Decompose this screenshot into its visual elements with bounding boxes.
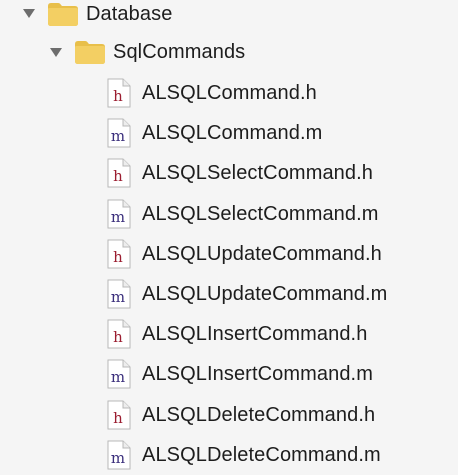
svg-text:h: h <box>113 87 123 105</box>
tree-row-file[interactable]: m ALSQLUpdateCommand.m <box>0 274 458 314</box>
tree-row-sqlcommands[interactable]: SqlCommands <box>0 32 458 72</box>
file-name: ALSQLUpdateCommand.h <box>142 243 382 265</box>
implementation-file-icon: m <box>107 359 131 389</box>
folder-icon <box>47 1 79 27</box>
header-file-icon: h <box>107 78 131 108</box>
implementation-file-icon: m <box>107 199 131 229</box>
tree-row-file[interactable]: h ALSQLUpdateCommand.h <box>0 234 458 274</box>
svg-text:m: m <box>111 208 125 226</box>
implementation-file-icon: m <box>107 440 131 470</box>
tree-row-file[interactable]: h ALSQLDeleteCommand.h <box>0 395 458 435</box>
tree-row-file[interactable]: m ALSQLSelectCommand.m <box>0 194 458 234</box>
svg-text:h: h <box>113 248 123 266</box>
implementation-file-icon: m <box>107 279 131 309</box>
file-name: ALSQLCommand.m <box>142 122 323 144</box>
tree-label-sqlcommands: SqlCommands <box>113 41 246 63</box>
svg-text:m: m <box>111 127 125 145</box>
header-file-icon: h <box>107 319 131 349</box>
header-file-icon: h <box>107 239 131 269</box>
file-name: ALSQLDeleteCommand.h <box>142 404 376 426</box>
tree-row-file[interactable]: h ALSQLSelectCommand.h <box>0 153 458 193</box>
project-navigator: Database SqlCommands h ALSQLCommand.h m … <box>0 0 458 474</box>
tree-row-database[interactable]: Database <box>0 0 458 33</box>
svg-text:m: m <box>111 368 125 386</box>
tree-row-file[interactable]: m ALSQLInsertCommand.m <box>0 354 458 394</box>
svg-text:h: h <box>113 167 123 185</box>
svg-text:m: m <box>111 288 125 306</box>
file-name: ALSQLSelectCommand.m <box>142 203 379 225</box>
file-name: ALSQLDeleteCommand.m <box>142 444 381 466</box>
tree-row-file[interactable]: h ALSQLCommand.h <box>0 73 458 113</box>
file-name: ALSQLInsertCommand.m <box>142 363 373 385</box>
folder-icon <box>74 39 106 65</box>
file-name: ALSQLCommand.h <box>142 82 317 104</box>
file-name: ALSQLUpdateCommand.m <box>142 283 388 305</box>
disclosure-triangle-down-icon[interactable] <box>21 5 37 21</box>
file-name: ALSQLSelectCommand.h <box>142 162 374 184</box>
tree-row-file[interactable]: m ALSQLCommand.m <box>0 113 458 153</box>
header-file-icon: h <box>107 158 131 188</box>
disclosure-triangle-down-icon[interactable] <box>48 44 64 60</box>
svg-text:h: h <box>113 409 123 427</box>
tree-row-file[interactable]: h ALSQLInsertCommand.h <box>0 314 458 354</box>
header-file-icon: h <box>107 400 131 430</box>
tree-label-database: Database <box>86 3 173 25</box>
implementation-file-icon: m <box>107 118 131 148</box>
tree-row-file[interactable]: m ALSQLDeleteCommand.m <box>0 435 458 475</box>
svg-text:h: h <box>113 328 123 346</box>
svg-text:m: m <box>111 449 125 467</box>
file-name: ALSQLInsertCommand.h <box>142 323 368 345</box>
